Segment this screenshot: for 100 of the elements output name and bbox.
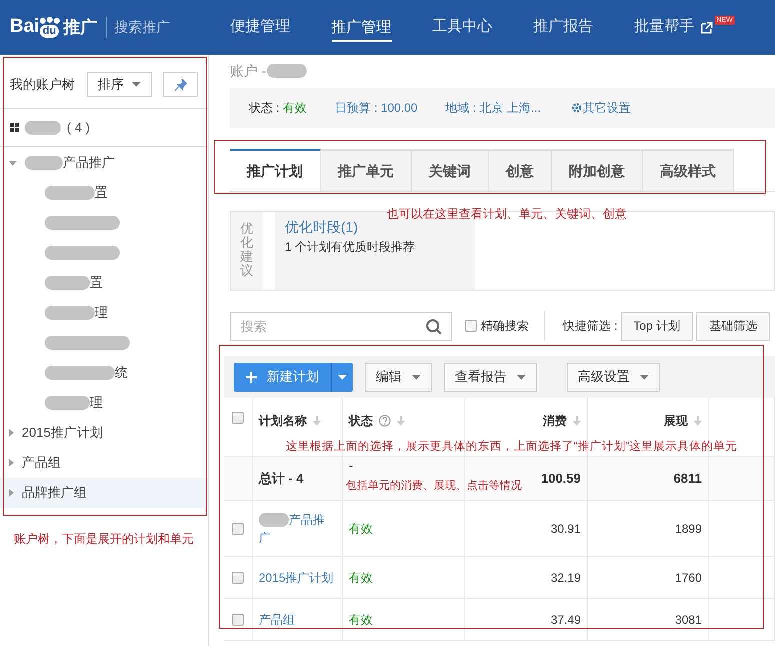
toolbar-button[interactable]: 高级设置 <box>567 362 660 392</box>
tree-item[interactable]: 品牌推广组 <box>0 478 208 508</box>
checkbox-label: 精确搜索 <box>481 318 529 335</box>
plan-link[interactable]: 2015推广计划 <box>259 568 334 586</box>
plus-icon <box>246 372 257 382</box>
tree-child-item[interactable]: 置 <box>0 268 208 298</box>
annotation-note: 包括单元的消费、展现、点击等情况 <box>346 478 522 494</box>
paw-toes-icon <box>40 17 60 24</box>
product-subtitle: 搜索推广 <box>106 17 171 38</box>
total-label: 总计 - 4 <box>259 470 304 488</box>
suggestion-text: 1 个计划有优质时段推荐 <box>285 239 416 256</box>
checkbox[interactable] <box>232 412 244 424</box>
tab[interactable]: 推广计划 <box>230 149 321 191</box>
plan-link[interactable]: 产品组 <box>259 610 295 628</box>
table-cell-text: 30.91 <box>550 520 581 538</box>
collapsed-arrow-icon <box>9 429 14 437</box>
checkbox[interactable] <box>232 572 244 584</box>
status-text: 有效 <box>349 612 373 628</box>
help-icon <box>379 415 391 427</box>
search-icon <box>426 318 442 334</box>
expanded-arrow-icon <box>9 160 17 166</box>
sidebar-title: 我的账户树 <box>10 76 75 94</box>
grid-icon <box>10 123 19 132</box>
info-link[interactable]: 地域 : 北京 上海... <box>446 99 542 117</box>
annotation-note: 这里根据上面的选择，展示更具体的东西，上面选择了“推广计划”这里展示具体的单元 <box>286 439 738 455</box>
toolbar-button[interactable]: 编辑 <box>365 362 432 392</box>
toolbar-button[interactable]: 查看报告 <box>444 362 537 392</box>
tree-child-item[interactable]: 理 <box>0 298 208 328</box>
table-cell-text: 37.49 <box>550 612 581 628</box>
nav-tab[interactable]: 便捷管理 <box>230 0 291 55</box>
logo: Bai du 推广 <box>10 15 98 40</box>
tree-child-label: 统 <box>115 364 128 382</box>
filter-button[interactable]: Top 计划 <box>620 312 694 340</box>
redaction-mark <box>259 513 289 528</box>
tree-item-label: 2015推广计划 <box>22 424 103 442</box>
caret-icon <box>640 374 649 380</box>
caret-icon <box>132 82 141 87</box>
plan-link[interactable]: 产品推广 <box>259 510 336 546</box>
tree-child-item[interactable]: 理 <box>0 388 208 418</box>
table-cell-text: 3081 <box>675 612 702 628</box>
tree-child-label: 置 <box>95 184 108 202</box>
column-header[interactable]: 消费 <box>543 412 581 430</box>
caret-icon <box>412 374 421 380</box>
gear-icon <box>571 102 584 114</box>
sort-arrow-icon <box>694 416 702 426</box>
tree-item[interactable]: 2015推广计划 <box>0 418 208 448</box>
sort-arrow-icon <box>313 416 321 426</box>
tree-child-label: 理 <box>90 394 103 412</box>
tree-item-label: 产品推广 <box>25 153 115 173</box>
breadcrumb: 账户 - <box>230 57 775 85</box>
account-count: ( 4 ) <box>67 118 90 137</box>
collapsed-arrow-icon <box>9 459 14 467</box>
annotation-note: 账户树，下面是展开的计划和单元 <box>14 531 194 548</box>
sort-arrow-icon <box>573 416 581 426</box>
table-cell-text: 6811 <box>674 470 702 488</box>
sort-arrow-icon <box>397 416 405 426</box>
tree-item-label: 产品组 <box>22 454 61 472</box>
checkbox[interactable] <box>465 320 477 332</box>
sort-button[interactable]: 排序 <box>87 72 152 97</box>
tree-item-label: 品牌推广组 <box>22 484 87 502</box>
tab[interactable]: 附加创意 <box>552 149 643 191</box>
checkbox[interactable] <box>232 614 244 626</box>
caret-icon <box>338 374 347 380</box>
search-field[interactable]: 搜索 <box>230 312 452 340</box>
checkbox[interactable] <box>232 523 244 535</box>
tree-child-item[interactable]: 统 <box>0 358 208 388</box>
caret-icon <box>517 374 526 380</box>
tree-item[interactable]: 产品组 <box>0 448 208 478</box>
tab[interactable]: 高级样式 <box>643 149 734 191</box>
annotation-note: 也可以在这里查看计划、单元、关键词、创意 <box>387 206 627 223</box>
status-text: 状态 : 有效 <box>249 100 308 117</box>
filter-button[interactable]: 基础筛选 <box>696 312 770 340</box>
nav-tab[interactable]: 推广报告 <box>534 0 594 55</box>
table-cell-text: 1899 <box>675 520 702 538</box>
tree-child-label: 理 <box>95 304 108 322</box>
logo-badge: du <box>40 25 60 38</box>
column-header[interactable]: 展现 <box>664 412 702 430</box>
table-cell-text: 100.59 <box>541 470 581 488</box>
collapsed-arrow-icon <box>9 489 14 497</box>
tree-child-item[interactable]: 置 <box>0 178 208 208</box>
tree-item[interactable]: 产品推广 <box>0 148 208 178</box>
info-link[interactable]: 日预算 : 100.00 <box>335 99 418 117</box>
table-cell-text: 32.19 <box>550 570 581 586</box>
nav-tab[interactable]: 推广管理 <box>332 0 392 55</box>
table-cell: - <box>349 459 354 473</box>
status-text: 有效 <box>349 570 373 586</box>
suggestion-side-label: 优化建议 <box>240 222 254 280</box>
column-header[interactable]: 状态 <box>349 412 405 430</box>
pin-button[interactable] <box>163 72 198 97</box>
settings-link[interactable]: 其它设置 <box>571 99 632 117</box>
quick-filter-label: 快捷筛选 : <box>563 318 618 335</box>
tab[interactable]: 推广单元 <box>321 149 412 191</box>
pin-icon <box>174 78 186 90</box>
column-header[interactable]: 计划名称 <box>259 412 321 430</box>
tab[interactable]: 关键词 <box>412 149 489 191</box>
tree-child-label: 置 <box>90 274 103 292</box>
status-text: 有效 <box>349 520 373 538</box>
nav-tab[interactable]: 工具中心 <box>432 0 493 55</box>
tab[interactable]: 创意 <box>489 149 552 191</box>
table-cell-text: 1760 <box>675 570 702 586</box>
